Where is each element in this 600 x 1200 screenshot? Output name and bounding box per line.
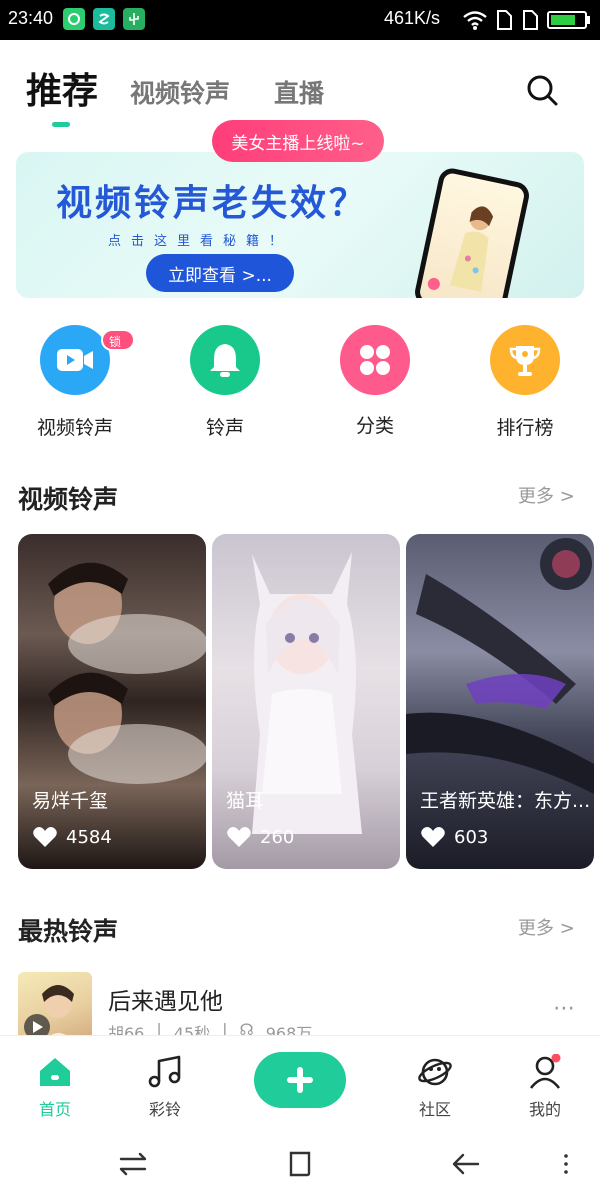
heart-icon	[421, 827, 445, 847]
banner-title: 视频铃声老失效？	[56, 183, 369, 224]
video-card-likes: 603	[420, 826, 488, 848]
quick-entry-label: 分类	[355, 415, 394, 437]
active-tab-indicator	[52, 122, 70, 127]
menu-icon[interactable]	[548, 1146, 584, 1182]
create-button[interactable]	[254, 1052, 346, 1108]
battery-icon	[547, 11, 587, 29]
video-card[interactable]: 王者新英雄：东方... 603	[406, 534, 594, 869]
video-camera-icon	[40, 325, 110, 395]
video-section-title: 视频铃声	[18, 485, 119, 514]
quick-entry-category[interactable]: 分类	[315, 325, 435, 445]
tab-video-ringtone[interactable]: 视频铃声	[130, 74, 230, 110]
video-section-more-link[interactable]: 更多 >	[518, 482, 575, 508]
promo-banner[interactable]: 视频铃声老失效？ 点击这里看秘籍！ 立即查看 >...	[16, 152, 584, 298]
profile-icon	[529, 1054, 561, 1089]
sim-icon	[497, 10, 512, 30]
usb-icon	[123, 8, 145, 30]
nav-home[interactable]: 首页	[15, 1054, 95, 1124]
nav-ringback[interactable]: 彩铃	[125, 1054, 205, 1124]
video-thumbnail	[48, 562, 206, 784]
hot-section-more-link[interactable]: 更多 >	[518, 914, 575, 940]
music-note-icon	[148, 1055, 181, 1088]
video-card-likes: 4584	[32, 826, 112, 848]
video-card-title: 猫耳	[226, 790, 265, 812]
system-navigation-bar	[0, 1130, 600, 1200]
app-notification-icon	[93, 8, 115, 30]
quick-entry-ringtone[interactable]: 铃声	[165, 325, 285, 445]
banner-subtitle: 点击这里看秘籍！	[108, 234, 293, 249]
video-card-like-count: 4584	[66, 826, 112, 848]
video-card-title: 王者新英雄：东方...	[420, 790, 591, 812]
video-card-like-count: 603	[454, 826, 489, 848]
quick-entry-ranking[interactable]: 排行榜	[465, 325, 585, 445]
grid-icon	[340, 325, 410, 395]
wifi-icon	[463, 11, 487, 30]
bell-icon	[190, 325, 260, 395]
nav-label: 彩铃	[148, 1100, 181, 1119]
switch-apps-icon[interactable]	[115, 1146, 151, 1182]
video-card-title: 易烊千玺	[32, 790, 109, 812]
bottom-navigation: 首页 彩铃 社区 我的	[0, 1035, 600, 1130]
nav-label: 社区	[418, 1100, 451, 1119]
app-notification-icon	[63, 8, 85, 30]
nav-label: 首页	[38, 1100, 71, 1119]
plus-icon	[287, 1067, 313, 1093]
sim-icon	[523, 10, 538, 30]
home-icon	[40, 1058, 70, 1086]
video-card[interactable]: 猫耳 260	[212, 534, 400, 869]
quick-entry-video-ringtone[interactable]: 锁屏壁纸 视频铃声	[15, 325, 135, 445]
nav-community[interactable]: 社区	[395, 1054, 475, 1124]
banner-view-button[interactable]: 立即查看 >...	[146, 254, 294, 292]
heart-icon	[227, 827, 251, 847]
hot-section-title: 最热铃声	[18, 917, 119, 946]
network-speed: 461K/s	[384, 8, 441, 28]
more-options-icon[interactable]: ⋯	[553, 996, 575, 1021]
battery-tip	[587, 16, 590, 24]
quick-entry-label: 排行榜	[496, 417, 554, 439]
nav-label: 我的	[528, 1100, 561, 1119]
status-bar: 23:40 461K/s	[0, 0, 600, 40]
search-icon[interactable]	[524, 72, 560, 108]
song-title[interactable]: 后来遇见他	[108, 982, 223, 1016]
nav-profile[interactable]: 我的	[505, 1054, 585, 1124]
video-thumbnail	[252, 552, 362, 834]
video-card-likes: 260	[226, 826, 294, 848]
planet-icon	[418, 1058, 452, 1086]
home-square-icon[interactable]	[282, 1146, 318, 1182]
tab-live[interactable]: 直播	[274, 74, 324, 110]
live-announcement-pill[interactable]: 美女主播上线啦~	[212, 120, 384, 162]
lockscreen-wallpaper-badge: 锁屏壁纸	[101, 329, 135, 415]
video-card[interactable]: 易烊千玺 4584	[18, 534, 206, 869]
video-thumbnail	[406, 538, 594, 794]
battery-level	[551, 15, 575, 25]
heart-icon	[33, 827, 57, 847]
tab-recommend[interactable]: 推荐	[26, 62, 98, 114]
status-time: 23:40	[8, 8, 54, 28]
trophy-icon	[490, 325, 560, 395]
video-card-like-count: 260	[260, 826, 295, 848]
banner-phone-illustration	[412, 165, 532, 298]
back-icon[interactable]	[448, 1146, 484, 1182]
quick-entry-label: 铃声	[205, 417, 244, 439]
